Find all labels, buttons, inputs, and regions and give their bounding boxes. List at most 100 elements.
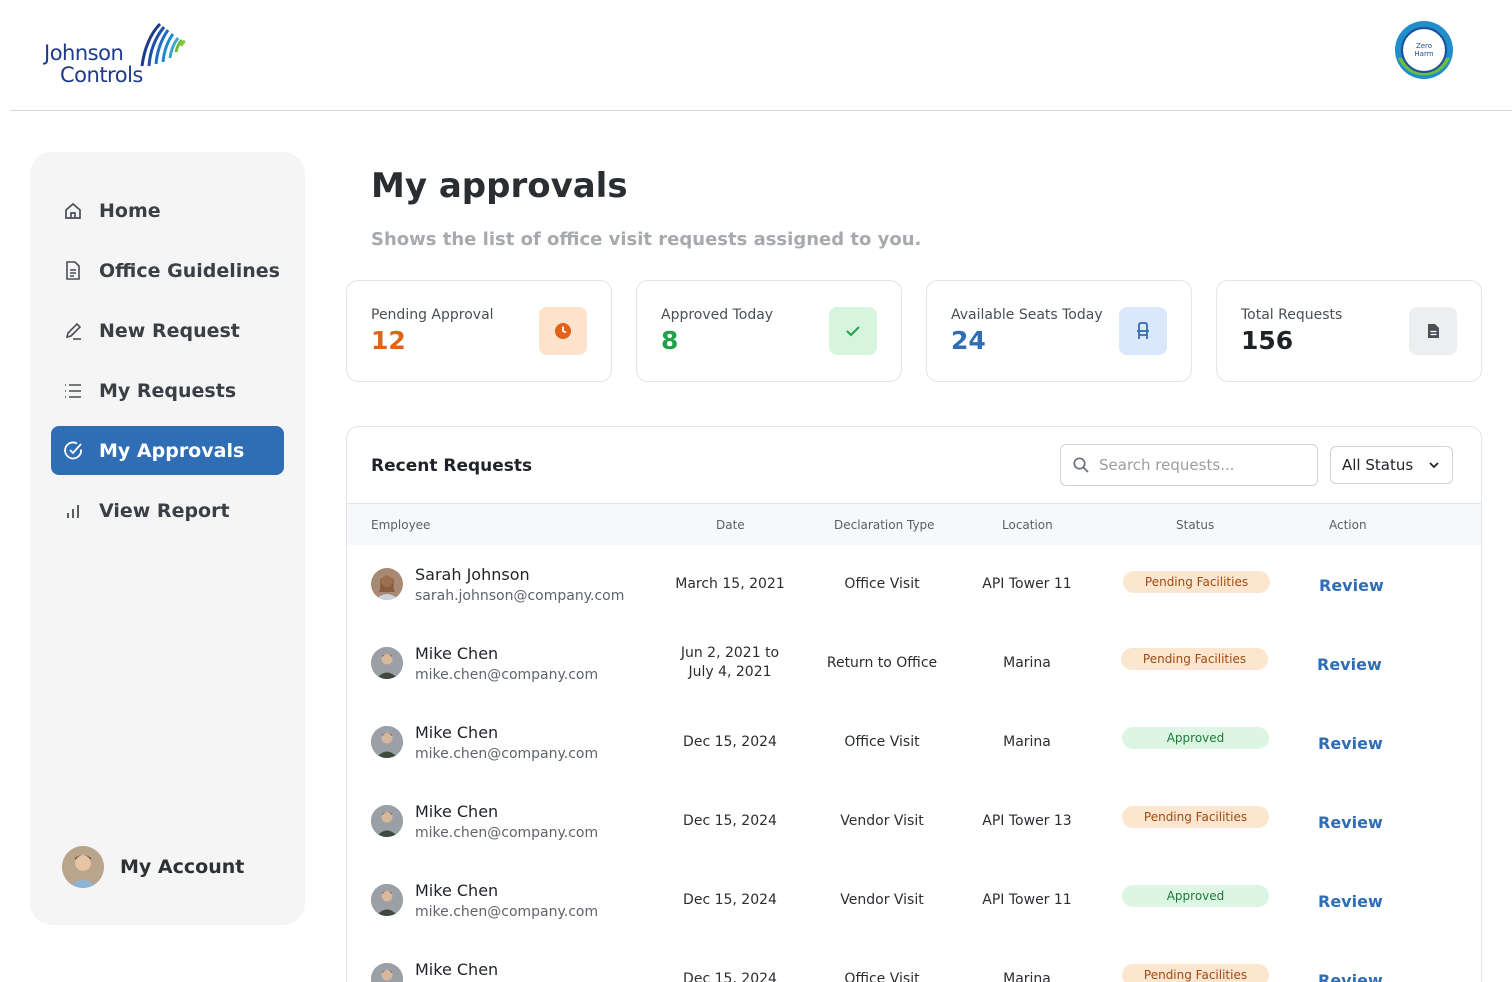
search-icon: [1073, 457, 1089, 473]
stat-label: Available Seats Today: [951, 307, 1103, 323]
stat-label: Pending Approval: [371, 307, 494, 323]
employee-email: mike.chen@company.com: [415, 667, 599, 683]
johnson-controls-logo[interactable]: Johnson Controls: [44, 22, 194, 88]
table-row: Mike Chen mike.chen@company.com Jun 2, 2…: [347, 624, 1481, 703]
employee-name: Mike Chen: [415, 644, 499, 663]
sidebar-item-label: Home: [99, 199, 161, 222]
stat-value: 24: [951, 326, 986, 355]
avatar: [371, 884, 403, 916]
logo-line-1: Johnson: [44, 41, 124, 65]
employee-email: mike.chen@company.com: [415, 904, 599, 920]
stat-card-approved-today: Approved Today 8: [636, 280, 902, 382]
sidebar-item-label: My Requests: [99, 379, 237, 402]
location: API Tower 11: [982, 576, 1072, 592]
zero-harm-badge: Zero Harm: [1394, 20, 1454, 80]
status-badge: Approved: [1122, 727, 1269, 749]
table-row: Mike Chen mike.chen@company.com Dec 15, …: [347, 703, 1481, 782]
column-header-declaration-type: Declaration Type: [834, 518, 935, 532]
column-header-action: Action: [1329, 518, 1367, 532]
panel-title: Recent Requests: [371, 456, 533, 476]
sidebar-item-home[interactable]: Home: [51, 186, 284, 235]
status-filter-select[interactable]: All Status: [1330, 446, 1453, 484]
stat-label: Total Requests: [1241, 307, 1343, 323]
request-date: Jun 2, 2021 to: [680, 645, 780, 661]
sidebar-item-new-request[interactable]: New Request: [51, 306, 284, 355]
sidebar: Home Office Guidelines New Request My Re…: [30, 152, 305, 925]
table-row: Mike Chen mike.chen@company.com Dec 15, …: [347, 782, 1481, 861]
file-icon: [1409, 307, 1457, 355]
check-icon: [829, 307, 877, 355]
avatar: [371, 568, 403, 600]
employee-name: Mike Chen: [415, 881, 499, 900]
request-date: Dec 15, 2024: [683, 813, 777, 829]
avatar: [371, 805, 403, 837]
employee-name: Sarah Johnson: [415, 565, 530, 584]
sidebar-item-my-approvals[interactable]: My Approvals: [51, 426, 284, 475]
status-badge: Pending Facilities: [1121, 648, 1268, 670]
employee-email: sarah.johnson@company.com: [415, 588, 625, 604]
search-box[interactable]: [1060, 444, 1318, 486]
column-header-employee: Employee: [371, 518, 431, 532]
declaration-type: Vendor Visit: [840, 813, 924, 829]
request-date: March 15, 2021: [675, 576, 785, 592]
review-button[interactable]: Review: [1318, 892, 1383, 911]
check-circle-icon: [63, 441, 83, 461]
svg-text:Zero: Zero: [1416, 42, 1432, 50]
sidebar-item-my-requests[interactable]: My Requests: [51, 366, 284, 415]
declaration-type: Office Visit: [844, 576, 920, 592]
stat-card-total-requests: Total Requests 156: [1216, 280, 1482, 382]
request-date: Dec 15, 2024: [683, 971, 777, 982]
sidebar-item-office-guidelines[interactable]: Office Guidelines: [51, 246, 284, 295]
document-icon: [63, 261, 83, 281]
avatar: [371, 726, 403, 758]
page-title: My approvals: [371, 166, 628, 206]
avatar: [62, 846, 104, 888]
stat-value: 8: [661, 326, 679, 355]
review-button[interactable]: Review: [1318, 734, 1383, 753]
sidebar-item-label: View Report: [99, 499, 230, 522]
svg-text:Harm: Harm: [1414, 50, 1433, 58]
stat-card-pending-approval: Pending Approval 12: [346, 280, 612, 382]
employee-email: mike.chen@company.com: [415, 825, 599, 841]
employee-name: Mike Chen: [415, 802, 499, 821]
recent-requests-panel: Recent Requests All Status Employee Date…: [346, 426, 1482, 982]
request-date-end: July 4, 2021: [688, 664, 772, 680]
search-input[interactable]: [1099, 456, 1299, 474]
declaration-type: Office Visit: [844, 971, 920, 982]
status-badge: Approved: [1122, 885, 1269, 907]
column-header-date: Date: [716, 518, 745, 532]
review-button[interactable]: Review: [1318, 971, 1383, 982]
pencil-icon: [63, 321, 83, 341]
bar-chart-icon: [63, 501, 83, 521]
my-account-button[interactable]: My Account: [62, 846, 244, 888]
review-button[interactable]: Review: [1318, 813, 1383, 832]
review-button[interactable]: Review: [1319, 576, 1384, 595]
location: Marina: [1003, 971, 1051, 982]
stat-value: 12: [371, 326, 406, 355]
request-date: Dec 15, 2024: [683, 892, 777, 908]
sidebar-item-label: My Approvals: [99, 439, 245, 462]
logo-mark-icon: [140, 22, 186, 67]
sidebar-item-label: Office Guidelines: [99, 259, 280, 282]
review-button[interactable]: Review: [1317, 655, 1382, 674]
seat-icon: [1119, 307, 1167, 355]
status-badge: Pending Facilities: [1122, 806, 1269, 828]
location: API Tower 11: [982, 892, 1072, 908]
page-subtitle: Shows the list of office visit requests …: [371, 229, 922, 250]
sidebar-item-view-report[interactable]: View Report: [51, 486, 284, 535]
stat-value: 156: [1241, 326, 1294, 355]
my-account-label: My Account: [120, 856, 245, 878]
table-row: Sarah Johnson sarah.johnson@company.com …: [347, 545, 1481, 624]
table-row: Mike Chen mike.chen@company.com Dec 15, …: [347, 861, 1481, 940]
declaration-type: Return to Office: [826, 655, 938, 671]
header-divider: [10, 110, 1512, 111]
clock-icon: [539, 307, 587, 355]
location: Marina: [1003, 655, 1051, 671]
chevron-down-icon: [1429, 462, 1439, 469]
status-filter-value: All Status: [1342, 456, 1414, 474]
avatar: [371, 963, 403, 982]
declaration-type: Vendor Visit: [840, 892, 924, 908]
app-header: Johnson Controls Zero Harm: [0, 0, 1512, 112]
home-icon: [63, 201, 83, 221]
zero-harm-icon: Zero Harm: [1395, 21, 1453, 79]
